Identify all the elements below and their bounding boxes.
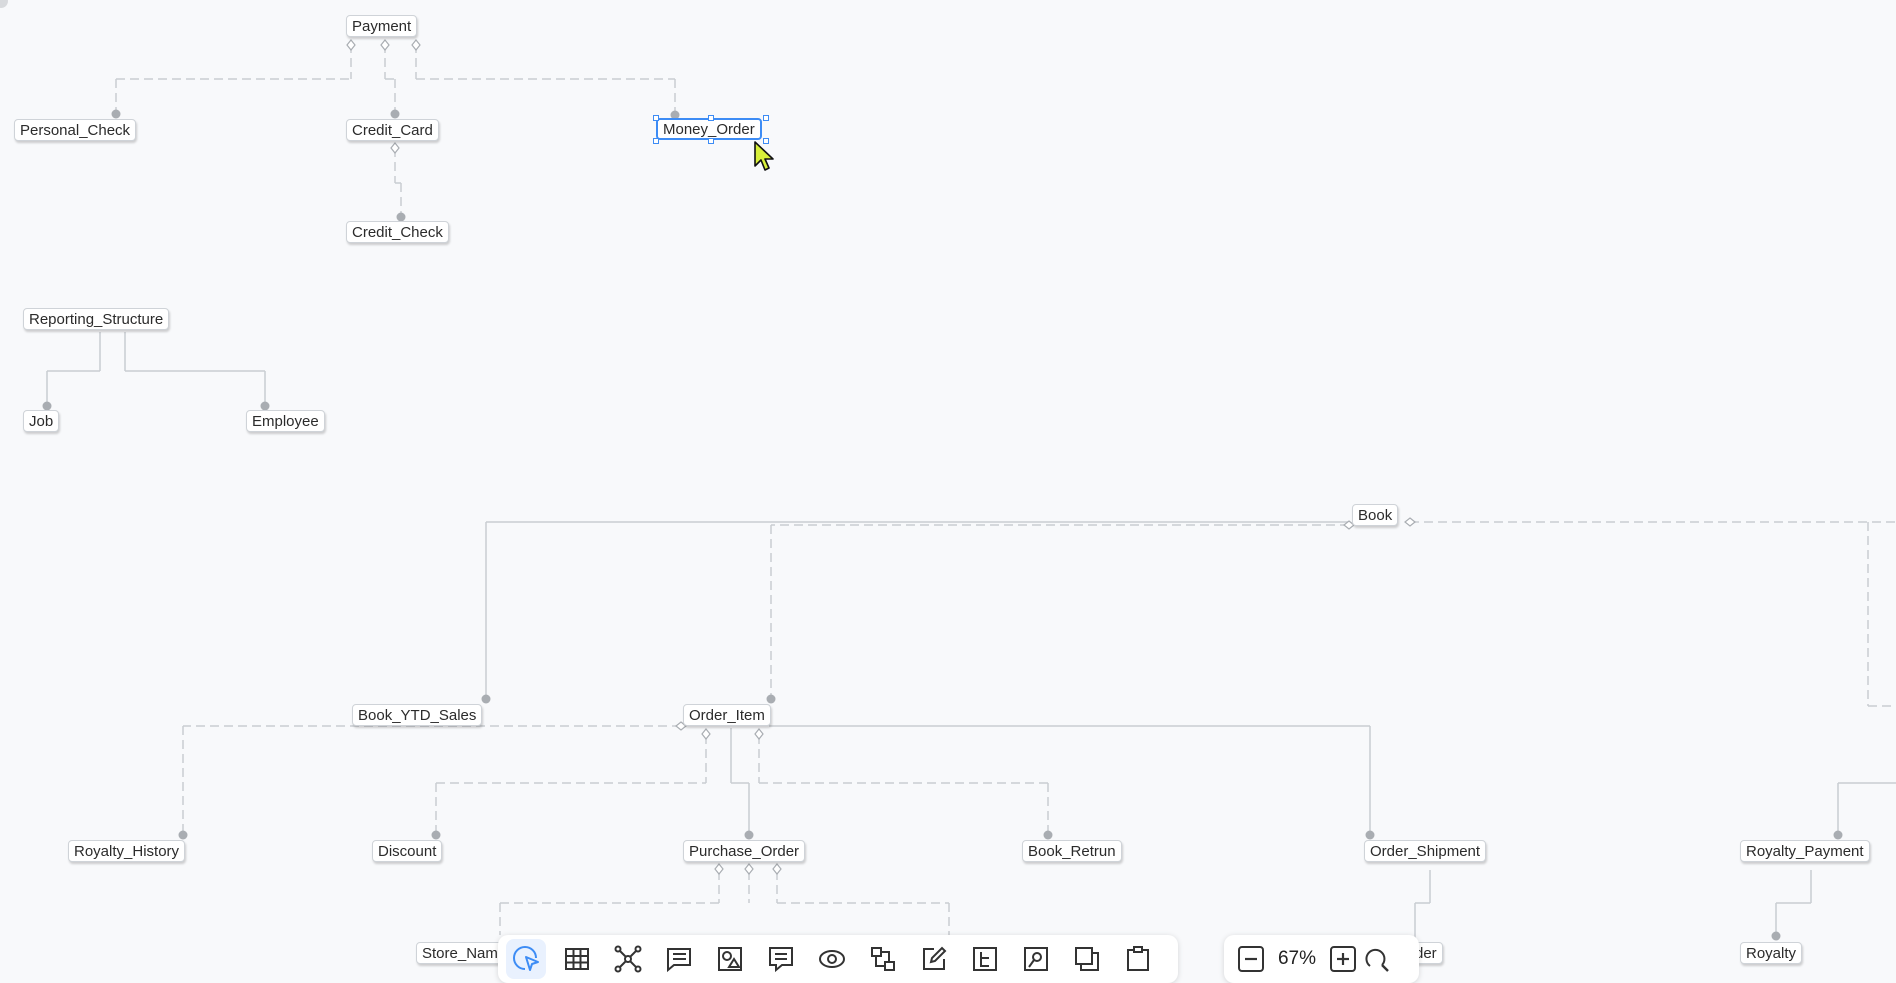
entity-book-ytd-sales[interactable]: Book_YTD_Sales [352, 704, 483, 726]
entity-store-name[interactable]: Store_Nam [416, 942, 504, 964]
entity-employee[interactable]: Employee [246, 410, 325, 432]
entity-money-order[interactable]: Money_Order [656, 118, 762, 140]
layout-icon [871, 947, 895, 971]
diagram-toolbar [498, 935, 1178, 983]
settings-wrench-icon [1024, 947, 1048, 971]
tree-tool-button[interactable] [965, 939, 1005, 979]
resize-handle-top[interactable] [708, 115, 714, 121]
entity-royalty-payment[interactable]: Royalty_Payment [1740, 840, 1870, 862]
plus-icon [1330, 946, 1356, 972]
zoom-out-button[interactable] [1234, 942, 1268, 976]
edit-tool-button[interactable] [914, 939, 954, 979]
entity-credit-card[interactable]: Credit_Card [346, 119, 439, 141]
fit-search-icon [1365, 948, 1389, 972]
entity-discount[interactable]: Discount [372, 840, 443, 862]
table-tool-button[interactable] [557, 939, 597, 979]
entity-book-retrun[interactable]: Book_Retrun [1022, 840, 1122, 862]
resize-handle-bl[interactable] [653, 138, 659, 144]
clipboard-tool-button[interactable] [1118, 939, 1158, 979]
view-tool-button[interactable] [659, 939, 699, 979]
entity-job[interactable]: Job [23, 410, 60, 432]
entity-order-shipment[interactable]: Order_Shipment [1364, 840, 1487, 862]
duplicate-tool-button[interactable] [1067, 939, 1107, 979]
entity-purchase-order[interactable]: Purchase_Order [683, 840, 806, 862]
entity-order-item[interactable]: Order_Item [683, 704, 771, 726]
settings-tool-button[interactable] [1016, 939, 1056, 979]
entity-payment[interactable]: Payment [346, 15, 418, 37]
edit-pencil-icon [923, 946, 947, 970]
image-tool-button[interactable] [710, 939, 750, 979]
cursor-icon [754, 141, 774, 171]
resize-handle-tr[interactable] [763, 115, 769, 121]
duplicate-icon [1075, 947, 1099, 971]
entity-royalty[interactable]: Royalty [1740, 942, 1803, 964]
comment-tool-button[interactable] [761, 939, 801, 979]
layout-tool-button[interactable] [863, 939, 903, 979]
clipboard-icon [1127, 946, 1149, 971]
relationship-icon [614, 945, 642, 973]
zoom-in-button[interactable] [1326, 942, 1360, 976]
entity-reporting-structure[interactable]: Reporting_Structure [23, 308, 170, 330]
minus-icon [1238, 946, 1264, 972]
diagram-canvas [42, 39, 1896, 941]
resize-handle-tl[interactable] [653, 115, 659, 121]
comment-icon [769, 947, 793, 973]
shape-icon [718, 947, 742, 971]
entity-personal-check[interactable]: Personal_Check [14, 119, 137, 141]
entity-money-order-label: Money_Order [663, 121, 755, 138]
entity-book[interactable]: Book [1352, 504, 1399, 526]
select-tool-button[interactable] [506, 939, 546, 979]
zoom-toolbar: 67% [1224, 935, 1419, 983]
eye-icon [819, 950, 845, 968]
zoom-level: 67% [1277, 948, 1317, 969]
entity-credit-check[interactable]: Credit_Check [346, 221, 449, 243]
tree-icon [973, 947, 997, 971]
resize-handle-bottom[interactable] [708, 138, 714, 144]
preview-tool-button[interactable] [812, 939, 852, 979]
relationship-tool-button[interactable] [608, 939, 648, 979]
select-pointer-icon [513, 946, 539, 971]
entity-royalty-history[interactable]: Royalty_History [68, 840, 186, 862]
fit-view-button[interactable] [1360, 942, 1394, 976]
table-icon [565, 948, 589, 970]
view-list-icon [667, 948, 691, 973]
